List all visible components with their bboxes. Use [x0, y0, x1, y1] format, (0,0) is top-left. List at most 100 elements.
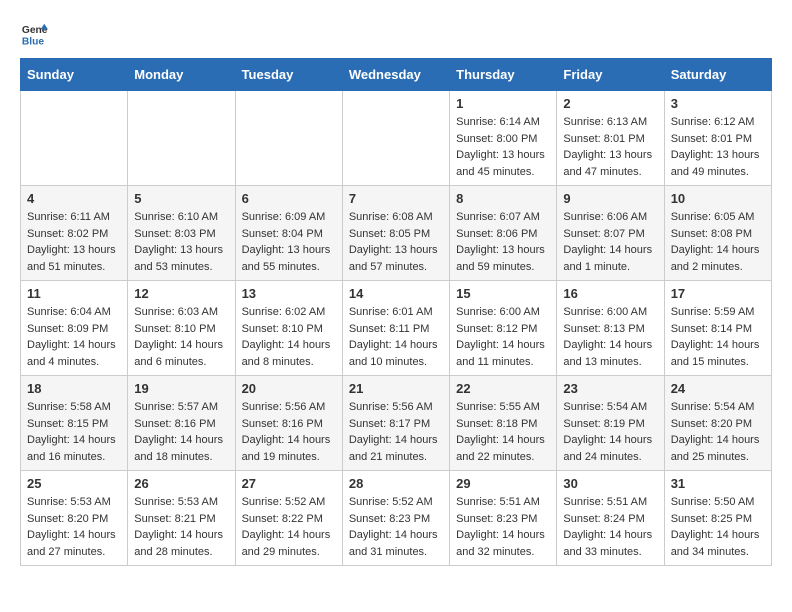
- calendar-cell: 3 Sunrise: 6:12 AM Sunset: 8:01 PM Daylig…: [664, 91, 771, 186]
- weekday-header-row: SundayMondayTuesdayWednesdayThursdayFrid…: [21, 59, 772, 91]
- day-number: 19: [134, 381, 228, 396]
- calendar-cell: 27 Sunrise: 5:52 AM Sunset: 8:22 PM Dayli…: [235, 471, 342, 566]
- day-number: 3: [671, 96, 765, 111]
- weekday-header-sunday: Sunday: [21, 59, 128, 91]
- calendar-week-row: 25 Sunrise: 5:53 AM Sunset: 8:20 PM Dayli…: [21, 471, 772, 566]
- cell-content: Sunrise: 5:55 AM Sunset: 8:18 PM Dayligh…: [456, 399, 550, 465]
- cell-content: Sunrise: 6:10 AM Sunset: 8:03 PM Dayligh…: [134, 209, 228, 275]
- calendar-cell: 26 Sunrise: 5:53 AM Sunset: 8:21 PM Dayli…: [128, 471, 235, 566]
- weekday-header-saturday: Saturday: [664, 59, 771, 91]
- day-number: 12: [134, 286, 228, 301]
- cell-content: Sunrise: 5:53 AM Sunset: 8:21 PM Dayligh…: [134, 494, 228, 560]
- day-number: 14: [349, 286, 443, 301]
- day-number: 26: [134, 476, 228, 491]
- weekday-header-wednesday: Wednesday: [342, 59, 449, 91]
- cell-content: Sunrise: 6:04 AM Sunset: 8:09 PM Dayligh…: [27, 304, 121, 370]
- calendar-cell: 8 Sunrise: 6:07 AM Sunset: 8:06 PM Daylig…: [450, 186, 557, 281]
- cell-content: Sunrise: 5:54 AM Sunset: 8:20 PM Dayligh…: [671, 399, 765, 465]
- day-number: 27: [242, 476, 336, 491]
- calendar-cell: 31 Sunrise: 5:50 AM Sunset: 8:25 PM Dayli…: [664, 471, 771, 566]
- calendar-cell: 30Sunrise: 5:51 AM Sunset: 8:24 PM Dayli…: [557, 471, 664, 566]
- calendar-cell: 25 Sunrise: 5:53 AM Sunset: 8:20 PM Dayli…: [21, 471, 128, 566]
- calendar-cell: 18Sunrise: 5:58 AM Sunset: 8:15 PM Dayli…: [21, 376, 128, 471]
- cell-content: Sunrise: 6:11 AM Sunset: 8:02 PM Dayligh…: [27, 209, 121, 275]
- calendar-week-row: 1 Sunrise: 6:14 AM Sunset: 8:00 PM Daylig…: [21, 91, 772, 186]
- day-number: 23: [563, 381, 657, 396]
- day-number: 2: [563, 96, 657, 111]
- cell-content: Sunrise: 6:07 AM Sunset: 8:06 PM Dayligh…: [456, 209, 550, 275]
- calendar-cell: 12 Sunrise: 6:03 AM Sunset: 8:10 PM Dayli…: [128, 281, 235, 376]
- day-number: 13: [242, 286, 336, 301]
- logo: General Blue: [20, 20, 48, 48]
- cell-content: Sunrise: 6:00 AM Sunset: 8:13 PM Dayligh…: [563, 304, 657, 370]
- calendar-cell: 22 Sunrise: 5:55 AM Sunset: 8:18 PM Dayli…: [450, 376, 557, 471]
- calendar-cell: 14Sunrise: 6:01 AM Sunset: 8:11 PM Dayli…: [342, 281, 449, 376]
- calendar-week-row: 11 Sunrise: 6:04 AM Sunset: 8:09 PM Dayli…: [21, 281, 772, 376]
- svg-text:Blue: Blue: [22, 36, 45, 47]
- calendar-cell: 5 Sunrise: 6:10 AM Sunset: 8:03 PM Daylig…: [128, 186, 235, 281]
- cell-content: Sunrise: 5:56 AM Sunset: 8:17 PM Dayligh…: [349, 399, 443, 465]
- day-number: 22: [456, 381, 550, 396]
- cell-content: Sunrise: 6:14 AM Sunset: 8:00 PM Dayligh…: [456, 114, 550, 180]
- cell-content: Sunrise: 5:54 AM Sunset: 8:19 PM Dayligh…: [563, 399, 657, 465]
- calendar-cell: 2 Sunrise: 6:13 AM Sunset: 8:01 PM Daylig…: [557, 91, 664, 186]
- cell-content: Sunrise: 5:57 AM Sunset: 8:16 PM Dayligh…: [134, 399, 228, 465]
- cell-content: Sunrise: 5:51 AM Sunset: 8:23 PM Dayligh…: [456, 494, 550, 560]
- weekday-header-friday: Friday: [557, 59, 664, 91]
- day-number: 29: [456, 476, 550, 491]
- calendar-cell: 15 Sunrise: 6:00 AM Sunset: 8:12 PM Dayli…: [450, 281, 557, 376]
- cell-content: Sunrise: 5:50 AM Sunset: 8:25 PM Dayligh…: [671, 494, 765, 560]
- calendar-cell: 7Sunrise: 6:08 AM Sunset: 8:05 PM Daylig…: [342, 186, 449, 281]
- weekday-header-monday: Monday: [128, 59, 235, 91]
- cell-content: Sunrise: 5:53 AM Sunset: 8:20 PM Dayligh…: [27, 494, 121, 560]
- cell-content: Sunrise: 5:51 AM Sunset: 8:24 PM Dayligh…: [563, 494, 657, 560]
- cell-content: Sunrise: 5:58 AM Sunset: 8:15 PM Dayligh…: [27, 399, 121, 465]
- day-number: 16: [563, 286, 657, 301]
- day-number: 7: [349, 191, 443, 206]
- generalblue-logo-icon: General Blue: [20, 20, 48, 48]
- cell-content: Sunrise: 6:00 AM Sunset: 8:12 PM Dayligh…: [456, 304, 550, 370]
- cell-content: Sunrise: 5:56 AM Sunset: 8:16 PM Dayligh…: [242, 399, 336, 465]
- cell-content: Sunrise: 6:02 AM Sunset: 8:10 PM Dayligh…: [242, 304, 336, 370]
- cell-content: Sunrise: 5:52 AM Sunset: 8:22 PM Dayligh…: [242, 494, 336, 560]
- cell-content: Sunrise: 5:59 AM Sunset: 8:14 PM Dayligh…: [671, 304, 765, 370]
- weekday-header-tuesday: Tuesday: [235, 59, 342, 91]
- cell-content: Sunrise: 6:06 AM Sunset: 8:07 PM Dayligh…: [563, 209, 657, 275]
- day-number: 10: [671, 191, 765, 206]
- day-number: 11: [27, 286, 121, 301]
- day-number: 15: [456, 286, 550, 301]
- calendar-cell: 20 Sunrise: 5:56 AM Sunset: 8:16 PM Dayli…: [235, 376, 342, 471]
- day-number: 5: [134, 191, 228, 206]
- calendar-cell: 17 Sunrise: 5:59 AM Sunset: 8:14 PM Dayli…: [664, 281, 771, 376]
- calendar-week-row: 4 Sunrise: 6:11 AM Sunset: 8:02 PM Daylig…: [21, 186, 772, 281]
- cell-content: Sunrise: 6:12 AM Sunset: 8:01 PM Dayligh…: [671, 114, 765, 180]
- day-number: 17: [671, 286, 765, 301]
- day-number: 9: [563, 191, 657, 206]
- calendar-cell: 13 Sunrise: 6:02 AM Sunset: 8:10 PM Dayli…: [235, 281, 342, 376]
- calendar-cell: 28 Sunrise: 5:52 AM Sunset: 8:23 PM Dayli…: [342, 471, 449, 566]
- calendar-cell: 10 Sunrise: 6:05 AM Sunset: 8:08 PM Dayli…: [664, 186, 771, 281]
- calendar-cell: 23 Sunrise: 5:54 AM Sunset: 8:19 PM Dayli…: [557, 376, 664, 471]
- cell-content: Sunrise: 5:52 AM Sunset: 8:23 PM Dayligh…: [349, 494, 443, 560]
- calendar-week-row: 18Sunrise: 5:58 AM Sunset: 8:15 PM Dayli…: [21, 376, 772, 471]
- cell-content: Sunrise: 6:13 AM Sunset: 8:01 PM Dayligh…: [563, 114, 657, 180]
- calendar-cell: [235, 91, 342, 186]
- day-number: 4: [27, 191, 121, 206]
- calendar-cell: 24Sunrise: 5:54 AM Sunset: 8:20 PM Dayli…: [664, 376, 771, 471]
- day-number: 1: [456, 96, 550, 111]
- weekday-header-thursday: Thursday: [450, 59, 557, 91]
- page-header: General Blue: [20, 20, 772, 48]
- day-number: 31: [671, 476, 765, 491]
- day-number: 25: [27, 476, 121, 491]
- calendar-cell: 29 Sunrise: 5:51 AM Sunset: 8:23 PM Dayli…: [450, 471, 557, 566]
- day-number: 8: [456, 191, 550, 206]
- calendar-table: SundayMondayTuesdayWednesdayThursdayFrid…: [20, 58, 772, 566]
- day-number: 28: [349, 476, 443, 491]
- calendar-cell: 11 Sunrise: 6:04 AM Sunset: 8:09 PM Dayli…: [21, 281, 128, 376]
- calendar-cell: 4 Sunrise: 6:11 AM Sunset: 8:02 PM Daylig…: [21, 186, 128, 281]
- cell-content: Sunrise: 6:03 AM Sunset: 8:10 PM Dayligh…: [134, 304, 228, 370]
- day-number: 20: [242, 381, 336, 396]
- calendar-cell: 16 Sunrise: 6:00 AM Sunset: 8:13 PM Dayli…: [557, 281, 664, 376]
- cell-content: Sunrise: 6:05 AM Sunset: 8:08 PM Dayligh…: [671, 209, 765, 275]
- day-number: 21: [349, 381, 443, 396]
